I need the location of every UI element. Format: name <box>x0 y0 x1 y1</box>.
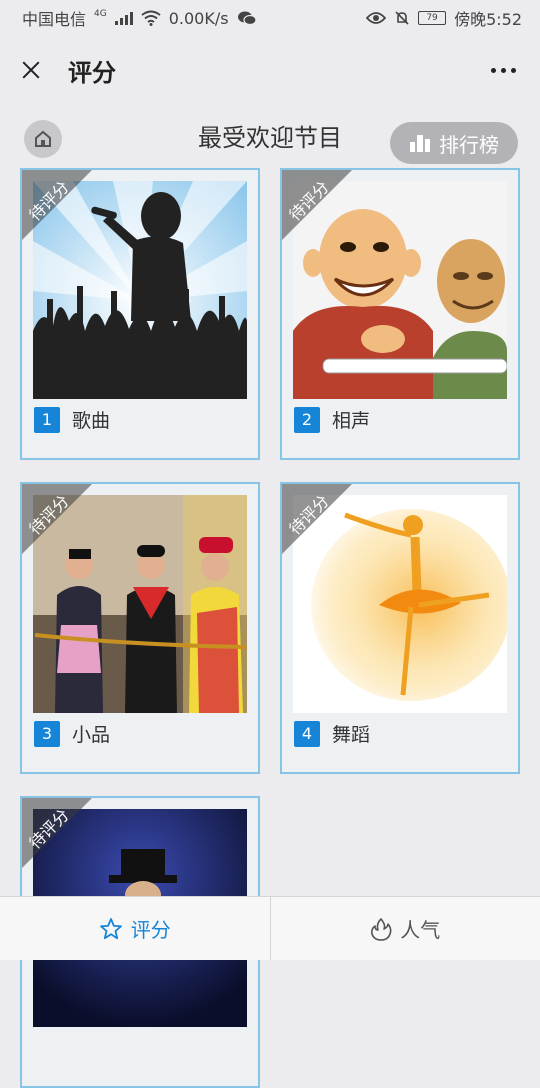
star-icon <box>99 917 123 941</box>
more-options-button[interactable] <box>485 60 522 81</box>
program-label-row: 3 小品 <box>34 720 110 747</box>
program-number-badge: 1 <box>34 407 60 433</box>
program-card[interactable]: 待评分 1 歌曲 <box>20 168 260 460</box>
speed-text: 0.00K/s <box>169 9 229 28</box>
status-bar: 中国电信 4G 0.00K/s 79 傍晚5:52 <box>0 0 540 36</box>
program-number-badge: 4 <box>294 721 320 747</box>
app-header: 评分 <box>0 36 540 104</box>
program-label-row: 2 相声 <box>294 406 370 433</box>
network-type: 4G <box>94 9 107 19</box>
bottom-tab-bar: 评分 人气 <box>0 896 540 960</box>
more-dot <box>511 68 516 73</box>
program-name: 相声 <box>332 406 370 433</box>
program-number-badge: 3 <box>34 721 60 747</box>
program-name: 歌曲 <box>72 406 110 433</box>
tab-rating[interactable]: 评分 <box>0 897 270 960</box>
battery-icon: 79 <box>418 11 446 25</box>
mute-icon <box>394 10 410 26</box>
battery-level: 79 <box>426 13 437 23</box>
wechat-icon <box>237 10 257 26</box>
program-card[interactable]: 待评分 4 舞蹈 <box>280 482 520 774</box>
header-title: 评分 <box>68 53 116 88</box>
clock-text: 傍晚5:52 <box>454 6 522 30</box>
program-card[interactable]: 待评分 3 小品 <box>20 482 260 774</box>
close-button[interactable] <box>18 56 46 84</box>
signal-icon <box>115 11 133 25</box>
fire-icon <box>370 917 392 941</box>
program-name: 小品 <box>72 720 110 747</box>
eye-icon <box>366 11 386 25</box>
more-dot <box>501 68 506 73</box>
ranking-icon <box>409 133 431 153</box>
wifi-icon <box>141 10 161 26</box>
ranking-button[interactable]: 排行榜 <box>390 122 518 164</box>
program-label-row: 1 歌曲 <box>34 406 110 433</box>
program-card[interactable]: 待评分 2 相声 <box>280 168 520 460</box>
carrier-text: 中国电信 <box>22 6 86 30</box>
tab-popularity[interactable]: 人气 <box>270 897 540 960</box>
tab-popularity-label: 人气 <box>400 914 440 943</box>
more-dot <box>491 68 496 73</box>
title-row: 最受欢迎节目 排行榜 <box>0 112 540 162</box>
program-label-row: 4 舞蹈 <box>294 720 370 747</box>
program-number-badge: 2 <box>294 407 320 433</box>
tab-rating-label: 评分 <box>131 914 171 943</box>
ranking-label: 排行榜 <box>439 129 499 158</box>
program-name: 舞蹈 <box>332 720 370 747</box>
